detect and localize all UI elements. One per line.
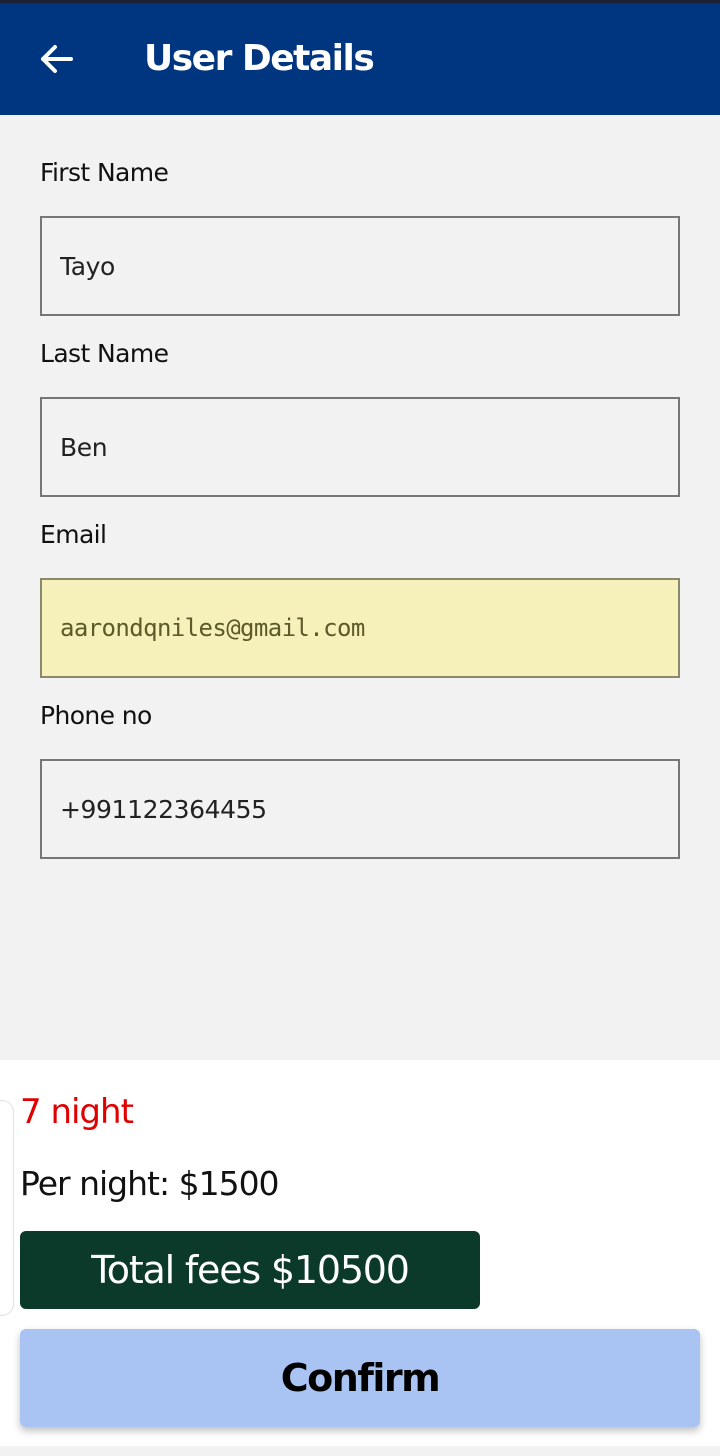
phone-field[interactable] [40,759,680,859]
arrow-left-icon [41,45,73,73]
phone-label: Phone no [40,701,152,730]
back-button[interactable] [28,31,84,87]
booking-summary-panel: 7 night Per night: $1500 Total fees $105… [0,1060,720,1456]
first-name-label: First Name [40,158,169,187]
app-bar: User Details [0,3,720,115]
page-title: User Details [144,38,375,79]
email-label: Email [40,520,107,549]
confirm-button[interactable]: Confirm [20,1329,700,1427]
nights-count: 7 night [20,1092,134,1132]
bottom-strip [0,1446,720,1456]
first-name-field[interactable] [40,216,680,316]
email-field[interactable] [40,578,680,678]
per-night-price: Per night: $1500 [20,1164,280,1203]
last-name-label: Last Name [40,339,169,368]
last-name-field[interactable] [40,397,680,497]
total-fees-badge: Total fees $10500 [20,1231,480,1309]
panel-edge-card [0,1100,14,1316]
